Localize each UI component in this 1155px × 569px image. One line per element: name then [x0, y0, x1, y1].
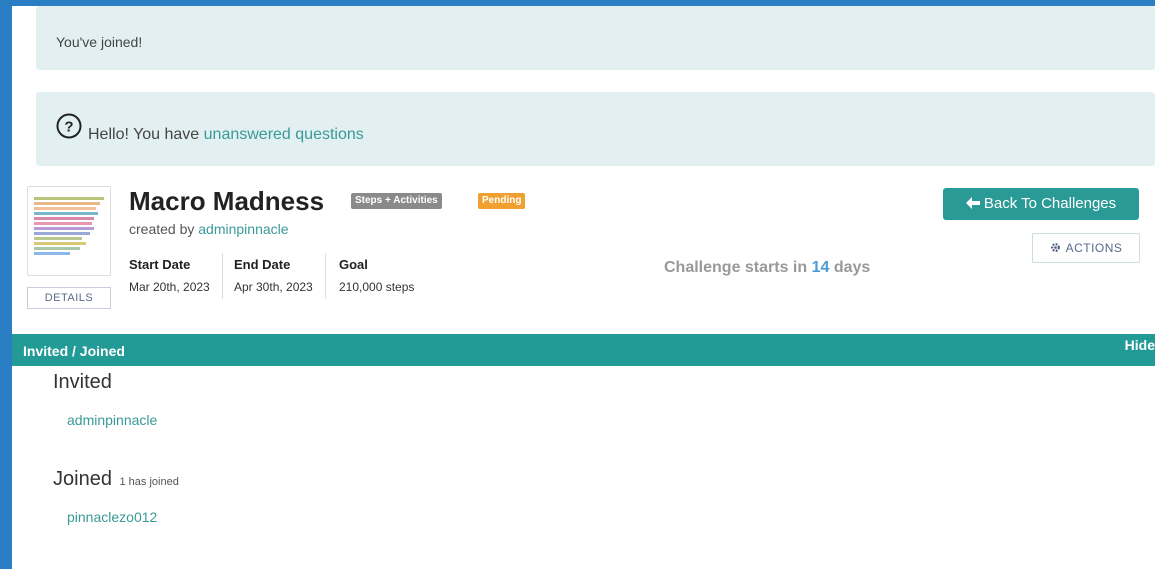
invited-heading: Invited	[53, 371, 112, 393]
countdown-suffix: days	[829, 259, 871, 276]
joined-heading-text: Joined	[53, 468, 112, 490]
creator-line: created by adminpinnacle	[129, 221, 289, 237]
end-date-stat: End Date Apr 30th, 2023	[234, 257, 313, 294]
start-date-label: Start Date	[129, 257, 191, 272]
gear-icon	[1050, 243, 1060, 252]
end-date-value: Apr 30th, 2023	[234, 280, 313, 294]
joined-heading: Joined 1 has joined	[53, 468, 179, 491]
question-circle-icon: ?	[56, 113, 82, 139]
details-button[interactable]: DETAILS	[27, 287, 111, 309]
countdown-prefix: Challenge starts in	[664, 259, 812, 276]
challenge-countdown: Challenge starts in 14 days	[664, 259, 870, 277]
challenge-thumbnail	[27, 186, 111, 276]
type-badge: Steps + Activities	[351, 193, 442, 209]
creator-link[interactable]: adminpinnacle	[198, 221, 288, 237]
joined-user-link[interactable]: pinnaclezo012	[67, 509, 157, 525]
goal-value: 210,000 steps	[339, 280, 415, 294]
joined-alert-text: You've joined!	[56, 34, 143, 50]
challenge-title: Macro Madness	[129, 186, 325, 216]
questions-prefix: Hello! You have	[88, 126, 204, 143]
invited-user-link[interactable]: adminpinnacle	[67, 412, 157, 428]
start-date-value: Mar 20th, 2023	[129, 280, 210, 294]
svg-text:?: ?	[64, 119, 73, 136]
created-by-label: created by	[129, 221, 199, 237]
goal-stat: Goal 210,000 steps	[339, 257, 414, 294]
divider	[222, 253, 223, 299]
divider	[325, 253, 326, 299]
joined-alert: You've joined!	[36, 6, 1155, 70]
hide-toggle[interactable]: Hide	[1125, 337, 1155, 353]
unanswered-questions-link[interactable]: unanswered questions	[204, 126, 364, 143]
actions-button[interactable]: ACTIONS	[1032, 233, 1140, 263]
section-title: Invited / Joined	[23, 343, 125, 359]
arrow-left-icon	[965, 197, 980, 209]
questions-alert: ? Hello! You have unanswered questions	[36, 92, 1155, 166]
countdown-days: 14	[811, 259, 830, 276]
actions-button-label: ACTIONS	[1065, 241, 1123, 255]
joined-count: 1 has joined	[119, 476, 179, 488]
invited-joined-section-header: Invited / Joined Hide	[12, 334, 1155, 366]
start-date-stat: Start Date Mar 20th, 2023	[129, 257, 210, 294]
back-to-challenges-button[interactable]: Back To Challenges	[943, 188, 1139, 220]
status-badge: Pending	[478, 193, 526, 209]
questions-alert-text: Hello! You have unanswered questions	[88, 126, 364, 144]
end-date-label: End Date	[234, 257, 291, 272]
page: You've joined! ? Hello! You have unanswe…	[12, 6, 1155, 569]
back-button-label: Back To Challenges	[983, 195, 1117, 212]
goal-label: Goal	[339, 257, 368, 272]
